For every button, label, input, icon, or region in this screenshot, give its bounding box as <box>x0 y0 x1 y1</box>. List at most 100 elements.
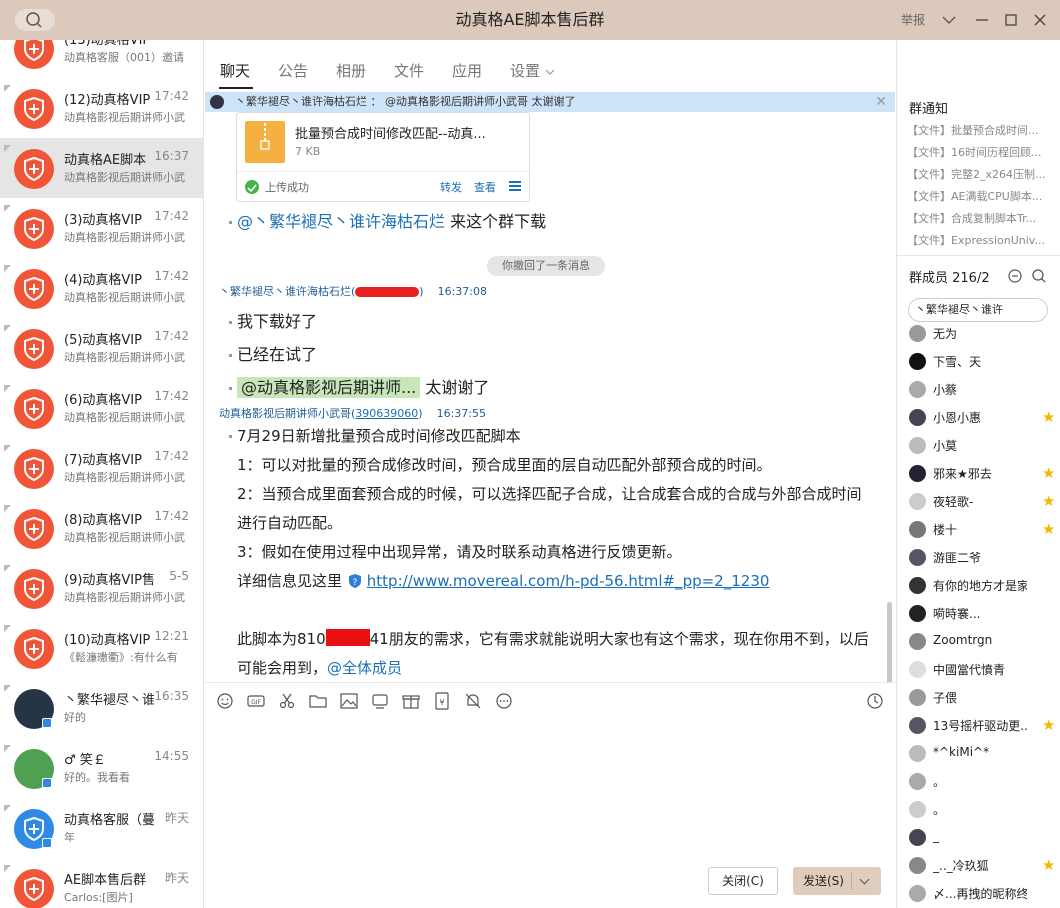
conversation-item[interactable]: (10)动真格VIP 12:21 《鬆濂璷衢》:有什么有 <box>0 618 203 678</box>
member-item[interactable]: 。 <box>909 798 1059 820</box>
member-item[interactable]: 子偎 <box>909 686 1059 708</box>
chevron-down-icon[interactable] <box>859 874 870 885</box>
sender-name[interactable]: 动真格影视后期讲师小武哥( <box>219 407 355 420</box>
tab-apps[interactable]: 应用 <box>452 60 482 81</box>
details-link[interactable]: http://www.movereal.com/h-pd-56.html#_pp… <box>367 572 770 590</box>
close-icon[interactable]: ✕ <box>875 92 887 112</box>
conversation-item[interactable]: (6)动真格VIP 17:42 动真格影视后期讲师小武 <box>0 378 203 438</box>
member-item[interactable]: 小莫 <box>909 434 1059 456</box>
member-item[interactable]: 〆...再拽的昵称终究 <box>909 882 1059 904</box>
conversation-item[interactable]: AE脚本售后群 昨天 Carlos:[图片] <box>0 858 203 908</box>
tab-files[interactable]: 文件 <box>394 60 424 81</box>
red-packet-icon[interactable]: ¥ <box>433 692 451 710</box>
member-item[interactable]: *^kiMi^* <box>909 742 1059 764</box>
notice-item[interactable]: 【文件】16时间历程回顾... <box>907 144 1057 160</box>
conversation-item[interactable]: (5)动真格VIP 17:42 动真格影视后期讲师小武 <box>0 318 203 378</box>
tab-settings[interactable]: 设置 <box>510 60 555 81</box>
member-name: 邪来★邪去 <box>933 467 992 481</box>
view-link[interactable]: 查看 <box>474 179 496 195</box>
avatar <box>210 95 224 109</box>
group-avatar <box>14 269 54 309</box>
conversation-preview: 动真格客服（001）邀请 <box>64 51 184 64</box>
conversation-item[interactable]: (3)动真格VIP 17:42 动真格影视后期讲师小武 <box>0 198 203 258</box>
sender-name[interactable]: 丶繁华褪尽丶谁许海枯石烂( <box>219 285 355 298</box>
divider <box>851 872 852 890</box>
unread-corner-icon <box>4 265 11 272</box>
maximize-button[interactable] <box>999 0 1023 40</box>
member-name: 。 <box>933 775 946 789</box>
file-card[interactable]: 批量预合成时间修改匹配--动真... 7 KB 上传成功 转发 查看 <box>236 112 530 202</box>
message-line: 3：假如在使用过程中出现异常，请及时联系动真格进行反馈更新。 <box>237 543 682 561</box>
conversation-item[interactable]: (4)动真格VIP 17:42 动真格影视后期讲师小武 <box>0 258 203 318</box>
folder-icon[interactable] <box>309 692 327 710</box>
close-window-button[interactable] <box>1028 0 1052 40</box>
conversation-item[interactable]: (12)动真格VIP 17:42 动真格影视后期讲师小武 <box>0 78 203 138</box>
notice-item[interactable]: 【文件】批量预合成时间... <box>907 122 1057 138</box>
emoji-icon[interactable] <box>216 692 234 710</box>
member-name: 13号摇杆驱动更... <box>933 719 1027 733</box>
tab-announcement[interactable]: 公告 <box>278 60 308 81</box>
conversation-item[interactable]: (9)动真格VIP售 5-5 动真格影视后期讲师小武 <box>0 558 203 618</box>
member-item[interactable]: 邪来★邪去 ★ <box>909 462 1059 484</box>
conversation-name: (7)动真格VIP <box>64 453 142 468</box>
send-label: 发送(S) <box>803 874 844 888</box>
member-item[interactable]: 。 <box>909 770 1059 792</box>
member-item[interactable]: 夜轻歌- ★ <box>909 490 1059 512</box>
member-item[interactable]: 下雪、天 <box>909 350 1059 372</box>
member-item[interactable]: 小恩小惠 ★ <box>909 406 1059 428</box>
image-icon[interactable] <box>340 692 358 710</box>
member-item[interactable]: 有你的地方才是家 <box>909 574 1059 596</box>
history-clock-icon[interactable] <box>866 692 884 710</box>
close-button[interactable]: 关闭(C) <box>708 867 778 895</box>
conversation-item[interactable]: ♂ 笑￡ 14:55 好的。我看看 <box>0 738 203 798</box>
tab-album[interactable]: 相册 <box>336 60 366 81</box>
member-item[interactable]: 中國當代憤青 <box>909 658 1059 680</box>
dropdown-button[interactable] <box>937 0 961 40</box>
member-item[interactable]: 游匪二爷 <box>909 546 1059 568</box>
notice-item[interactable]: 【文件】合成复制脚本Tr... <box>907 210 1057 226</box>
avatar <box>909 437 926 454</box>
bell-off-icon[interactable] <box>464 692 482 710</box>
scissors-icon[interactable] <box>278 692 296 710</box>
message-scrollbar[interactable] <box>887 602 892 682</box>
member-item[interactable]: Zoomtrgn <box>909 630 1059 652</box>
send-button[interactable]: 发送(S) <box>793 867 881 895</box>
conversation-name: 丶繁华褪尽丶谁 <box>64 693 154 708</box>
remote-icon[interactable] <box>371 692 389 710</box>
avatar <box>909 465 926 482</box>
notice-item[interactable]: 【文件】AE满载CPU脚本... <box>907 188 1057 204</box>
notice-item[interactable]: 【文件】完整2_x264压制... <box>907 166 1057 182</box>
member-item[interactable]: 13号摇杆驱动更... ★ <box>909 714 1059 736</box>
conversation-item[interactable]: (7)动真格VIP 17:42 动真格影视后期讲师小武 <box>0 438 203 498</box>
member-search-input[interactable]: 丶繁华褪尽丶谁许 <box>908 298 1048 322</box>
gift-icon[interactable] <box>402 692 420 710</box>
minimize-button[interactable] <box>970 0 994 40</box>
conversation-item[interactable]: (8)动真格VIP 17:42 动真格影视后期讲师小武 <box>0 498 203 558</box>
member-item[interactable]: 无为 <box>909 322 1059 344</box>
message-input[interactable] <box>205 718 895 908</box>
forward-link[interactable]: 转发 <box>440 179 462 195</box>
sender-qq[interactable]: 390639060 <box>355 407 418 420</box>
gif-icon[interactable]: GIF <box>247 692 265 710</box>
conversation-item[interactable]: (13)动真格VIP16:29 动真格客服（001）邀请 <box>0 40 203 78</box>
notice-item[interactable]: 【文件】ExpressionUniv... <box>907 232 1057 248</box>
member-item[interactable]: 楼十 ★ <box>909 518 1059 540</box>
menu-icon[interactable] <box>509 181 521 191</box>
avatar <box>909 381 926 398</box>
mention[interactable]: @动真格影视后期讲师... <box>237 377 421 398</box>
member-item[interactable]: 嗬時褰... <box>909 602 1059 624</box>
member-item[interactable]: 小蔡 <box>909 378 1059 400</box>
member-manage-icon[interactable] <box>1007 268 1023 284</box>
mention[interactable]: @丶繁华褪尽丶谁许海枯石烂 <box>237 212 445 231</box>
mention-all[interactable]: @全体成员 <box>327 659 402 677</box>
conversation-item[interactable]: 丶繁华褪尽丶谁 16:35 好的 <box>0 678 203 738</box>
more-icon[interactable] <box>495 692 513 710</box>
pinned-message-bar[interactable]: 丶繁华褪尽丶谁许海枯石烂 ： @动真格影视后期讲师小武哥 太谢谢了 ✕ <box>205 92 895 112</box>
conversation-item[interactable]: 动真格AE脚本 16:37 动真格影视后期讲师小武 <box>0 138 203 198</box>
search-icon[interactable] <box>1031 268 1047 284</box>
conversation-item[interactable]: 动真格客服（蔓 昨天年 <box>0 798 203 858</box>
member-item[interactable]: _.._冷玖狐 ★ <box>909 854 1059 876</box>
member-item[interactable]: _ <box>909 826 1059 848</box>
report-button[interactable]: 举报 <box>901 0 925 40</box>
tab-chat[interactable]: 聊天 <box>220 60 250 81</box>
